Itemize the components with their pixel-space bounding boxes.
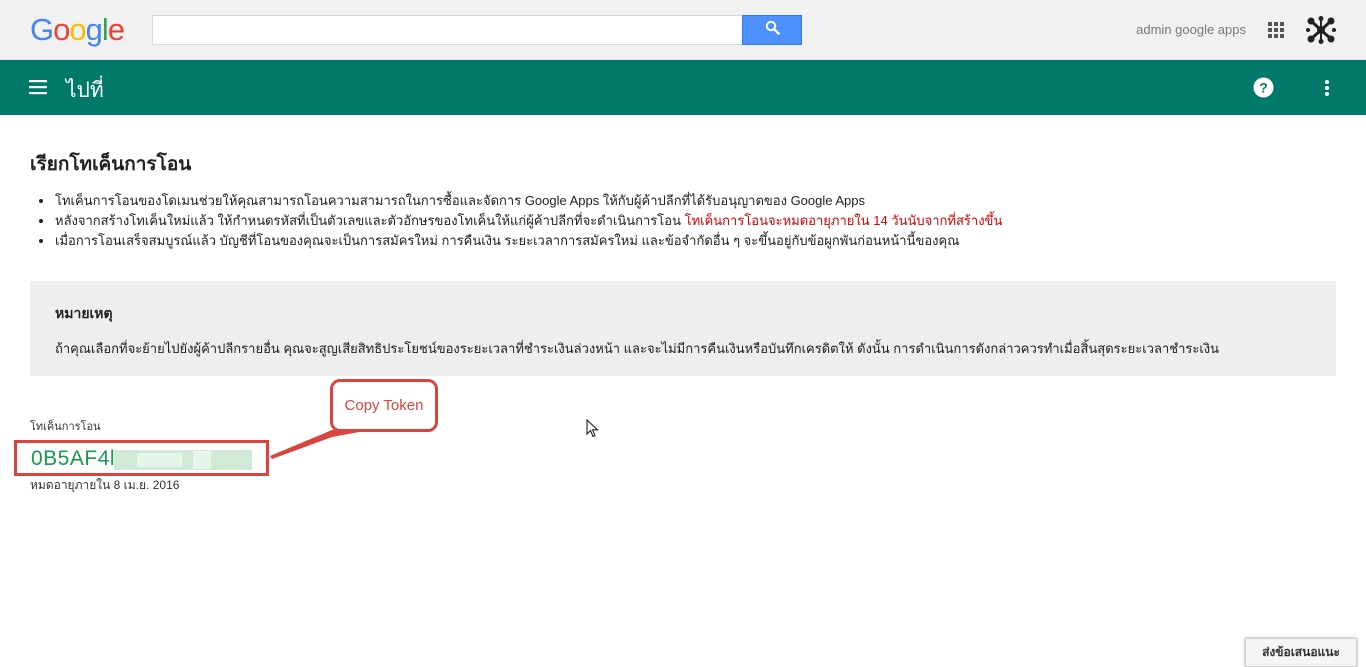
google-logo[interactable]: Google — [30, 12, 125, 48]
help-icon[interactable]: ? — [1253, 77, 1274, 98]
hamburger-menu-icon[interactable] — [29, 79, 47, 95]
token-redaction — [137, 453, 182, 467]
search-bar — [152, 15, 802, 45]
more-vert-icon[interactable] — [1322, 78, 1332, 98]
account-name[interactable]: admin google apps — [1136, 22, 1246, 37]
token-highlight-box: 0B5AF4l — [14, 440, 269, 476]
copy-token-callout: Copy Token — [330, 379, 438, 432]
mouse-cursor-icon — [586, 418, 599, 438]
token-value[interactable]: 0B5AF4l — [31, 447, 115, 471]
token-redaction — [193, 451, 211, 469]
list-item-text: หลังจากสร้างโทเค็นใหม่แล้ว ให้กำหนดรหัสท… — [55, 213, 685, 228]
page-title: เรียกโทเค็นการโอน — [30, 154, 192, 175]
appbar-title: ไปที่ — [66, 79, 104, 102]
search-icon — [765, 20, 780, 40]
svg-text:?: ? — [1259, 80, 1268, 96]
token-label: โทเค็นการโอน — [30, 421, 101, 433]
list-item: โทเค็นการโอนของโดเมนช่วยให้คุณสามารถโอนค… — [38, 191, 1338, 211]
note-box: หมายเหตุ ถ้าคุณเลือกที่จะย้ายไปยังผู้ค้า… — [30, 281, 1336, 376]
list-item-text: โทเค็นการโอนของโดเมนช่วยให้คุณสามารถโอนค… — [55, 193, 866, 208]
app-bar: ไปที่ ? — [0, 60, 1366, 115]
callout-text: Copy Token — [344, 397, 424, 414]
list-item: หลังจากสร้างโทเค็นใหม่แล้ว ให้กำหนดรหัสท… — [38, 211, 1338, 231]
expiry-warning: โทเค็นการโอนจะหมดอายุภายใน 14 วันนับจากท… — [684, 213, 1003, 228]
profile-avatar[interactable] — [1306, 16, 1336, 44]
token-expiry: หมดอายุภายใน 8 เม.ย. 2016 — [30, 478, 180, 492]
logo-letter: o — [69, 12, 86, 47]
note-title: หมายเหตุ — [55, 305, 113, 321]
search-button[interactable] — [742, 15, 802, 45]
logo-letter: e — [107, 12, 125, 47]
list-item: เมื่อการโอนเสร็จสมบูรณ์แล้ว บัญชีที่โอนข… — [38, 231, 1338, 251]
feedback-button[interactable]: ส่งข้อเสนอแนะ — [1245, 638, 1357, 667]
info-list: โทเค็นการโอนของโดเมนช่วยให้คุณสามารถโอนค… — [38, 191, 1338, 251]
top-bar: Google admin google apps — [0, 0, 1366, 60]
apps-grid-icon[interactable] — [1267, 21, 1285, 39]
logo-letter: o — [53, 12, 70, 47]
logo-letter: g — [85, 12, 103, 47]
list-item-text: เมื่อการโอนเสร็จสมบูรณ์แล้ว บัญชีที่โอนข… — [55, 233, 960, 248]
search-input[interactable] — [152, 15, 742, 45]
token-redaction — [114, 450, 252, 470]
note-body: ถ้าคุณเลือกที่จะย้ายไปยังผู้ค้าปลีกรายอื… — [55, 341, 1220, 356]
logo-letter: G — [30, 12, 54, 47]
